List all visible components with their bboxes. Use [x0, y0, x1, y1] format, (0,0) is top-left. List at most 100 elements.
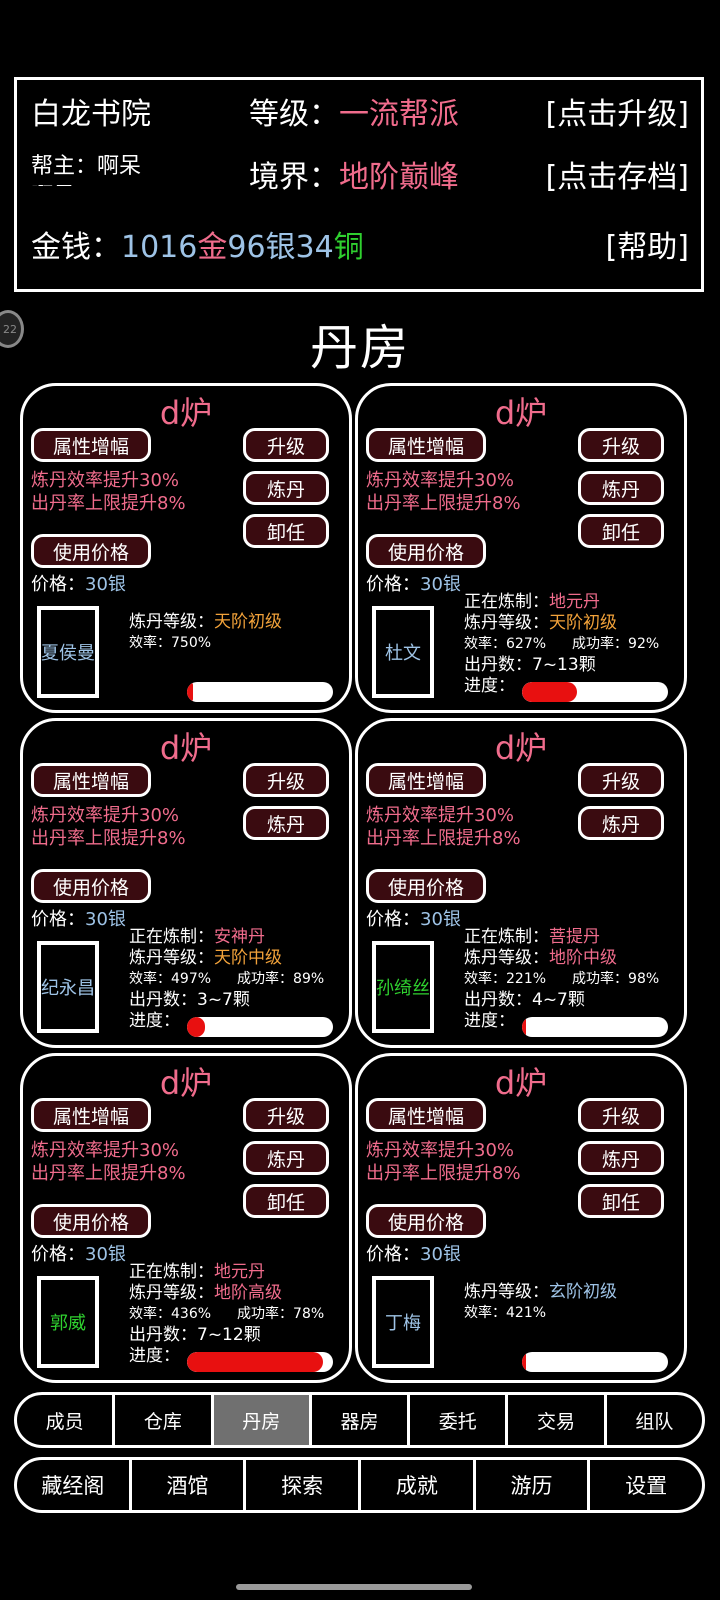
nav-tab-2[interactable]: 探索	[246, 1460, 362, 1510]
efficiency-line: 效率：750%	[129, 633, 211, 654]
refine-rank: 炼丹等级：天阶初级	[464, 613, 617, 634]
yield-value: 7~12颗	[197, 1325, 261, 1345]
yield-label: 出丹数：	[129, 990, 197, 1010]
secondary-tab-bar: 藏经阁 酒馆 探索 成就 游历 设置	[14, 1457, 705, 1513]
attribute-boost-button[interactable]: 属性增幅	[31, 1098, 151, 1132]
upgrade-furnace-button[interactable]: 升级	[243, 1098, 329, 1132]
furnace-card: d炉 属性增幅 升级 炼丹 卸任 炼丹效率提升30% 出丹率上限提升8% 使用价格 价格：30银…	[20, 1053, 352, 1383]
worker-name: 丁梅	[385, 1313, 421, 1334]
gold-unit: 金	[197, 230, 228, 265]
rank-label: 炼丹等级：	[464, 948, 549, 968]
nav-tab-3[interactable]: 成就	[361, 1460, 476, 1510]
money-display: 金钱：1016金96银34铜	[31, 222, 364, 266]
worker-name: 夏侯曼	[41, 643, 95, 664]
price-label: 价格：	[366, 909, 420, 930]
attribute-boost-button[interactable]: 属性增幅	[366, 763, 486, 797]
refine-button[interactable]: 炼丹	[578, 471, 664, 505]
progress-fill	[522, 1017, 527, 1037]
progress-line: 进度：	[464, 676, 515, 697]
attribute-boost-button[interactable]: 属性增幅	[366, 1098, 486, 1132]
worker-portrait[interactable]: 郭威	[37, 1276, 99, 1368]
attribute-boost-button[interactable]: 属性增幅	[31, 428, 151, 462]
success-value: 92%	[628, 636, 660, 652]
price-line: 价格：30银	[366, 1240, 461, 1266]
refine-button[interactable]: 炼丹	[243, 1141, 329, 1175]
refining-label: 正在炼制：	[129, 927, 214, 947]
worker-portrait[interactable]: 孙绮丝	[372, 941, 434, 1033]
yield-line: 出丹数：4~7颗	[464, 990, 585, 1011]
upgrade-furnace-button[interactable]: 升级	[578, 763, 664, 797]
usage-price-button[interactable]: 使用价格	[31, 1204, 151, 1238]
usage-price-button[interactable]: 使用价格	[31, 534, 151, 568]
yield-bonus: 出丹率上限提升8%	[366, 1163, 521, 1184]
refine-button[interactable]: 炼丹	[578, 1141, 664, 1175]
progress-label: 进度：	[464, 676, 515, 696]
price-line: 价格：30银	[31, 1240, 126, 1266]
price-value: 30	[85, 1244, 108, 1265]
save-game-link[interactable]: [点击存档]	[546, 152, 689, 196]
yield-line: 出丹数：7~13颗	[464, 655, 596, 676]
upgrade-furnace-button[interactable]: 升级	[243, 428, 329, 462]
upgrade-furnace-button[interactable]: 升级	[578, 1098, 664, 1132]
progress-line: 进度：	[464, 1011, 515, 1032]
yield-label: 出丹数：	[464, 990, 532, 1010]
upgrade-furnace-button[interactable]: 升级	[243, 763, 329, 797]
usage-price-button[interactable]: 使用价格	[31, 869, 151, 903]
tab-6[interactable]: 组队	[607, 1395, 702, 1445]
yield-value: 7~13颗	[532, 655, 596, 675]
home-indicator[interactable]	[236, 1584, 472, 1590]
nav-tab-1[interactable]: 酒馆	[132, 1460, 247, 1510]
tab-3[interactable]: 器房	[312, 1395, 411, 1445]
worker-name: 郭威	[50, 1313, 86, 1334]
tab-1[interactable]: 仓库	[115, 1395, 214, 1445]
efficiency-label: 效率：	[464, 971, 506, 987]
nav-tab-4[interactable]: 游历	[476, 1460, 591, 1510]
attribute-boost-button[interactable]: 属性增幅	[31, 763, 151, 797]
price-unit: 银	[107, 574, 126, 595]
progress-label: 进度：	[129, 1011, 180, 1031]
silver-unit: 银	[265, 230, 296, 265]
worker-portrait[interactable]: 纪永昌	[37, 941, 99, 1033]
rank-label: 炼丹等级：	[129, 948, 214, 968]
refine-button[interactable]: 炼丹	[578, 806, 664, 840]
price-unit: 银	[442, 909, 461, 930]
page-title: 丹房	[309, 320, 410, 376]
tab-5[interactable]: 交易	[508, 1395, 607, 1445]
usage-price-button[interactable]: 使用价格	[366, 534, 486, 568]
guild-leader: 帮主：啊呆 啊呆	[31, 152, 141, 186]
dismiss-worker-button[interactable]: 卸任	[243, 514, 329, 548]
dismiss-worker-button[interactable]: 卸任	[578, 1184, 664, 1218]
furnace-grid[interactable]: d炉 属性增幅 升级 炼丹 卸任 炼丹效率提升30% 出丹率上限提升8% 使用价格 价格：30银…	[0, 383, 720, 1393]
nav-tab-5[interactable]: 设置	[590, 1460, 702, 1510]
usage-price-button[interactable]: 使用价格	[366, 1204, 486, 1238]
tab-2[interactable]: 丹房	[213, 1395, 312, 1445]
worker-portrait[interactable]: 杜文	[372, 606, 434, 698]
worker-portrait[interactable]: 夏侯曼	[37, 606, 99, 698]
dismiss-worker-button[interactable]: 卸任	[243, 1184, 329, 1218]
efficiency-label: 效率：	[464, 636, 506, 652]
refine-button[interactable]: 炼丹	[243, 471, 329, 505]
progress-label: 进度：	[129, 1346, 180, 1366]
progress-bar	[187, 1017, 333, 1037]
rank-label: 炼丹等级：	[464, 1282, 549, 1302]
usage-price-button[interactable]: 使用价格	[366, 869, 486, 903]
upgrade-furnace-button[interactable]: 升级	[578, 428, 664, 462]
worker-portrait[interactable]: 丁梅	[372, 1276, 434, 1368]
realm-label: 境界：	[249, 160, 339, 195]
refine-button[interactable]: 炼丹	[243, 806, 329, 840]
tab-0[interactable]: 成员	[17, 1395, 116, 1445]
rank-value: 天阶中级	[214, 948, 282, 968]
efficiency-value: 436%	[171, 1306, 212, 1322]
dismiss-worker-button[interactable]: 卸任	[578, 514, 664, 548]
attribute-boost-button[interactable]: 属性增幅	[366, 428, 486, 462]
upgrade-guild-link[interactable]: [点击升级]	[546, 89, 689, 133]
help-link[interactable]: [帮助]	[606, 222, 689, 266]
refining-label: 正在炼制：	[129, 1262, 214, 1282]
price-value: 30	[420, 909, 443, 930]
copper-amount: 34	[295, 230, 334, 265]
nav-tab-0[interactable]: 藏经阁	[17, 1460, 132, 1510]
tab-4[interactable]: 委托	[410, 1395, 509, 1445]
refining-item: 正在炼制：地元丹	[129, 1262, 265, 1283]
leader-overflow-text: 啊呆	[31, 182, 141, 186]
refining-label: 正在炼制：	[464, 927, 549, 947]
